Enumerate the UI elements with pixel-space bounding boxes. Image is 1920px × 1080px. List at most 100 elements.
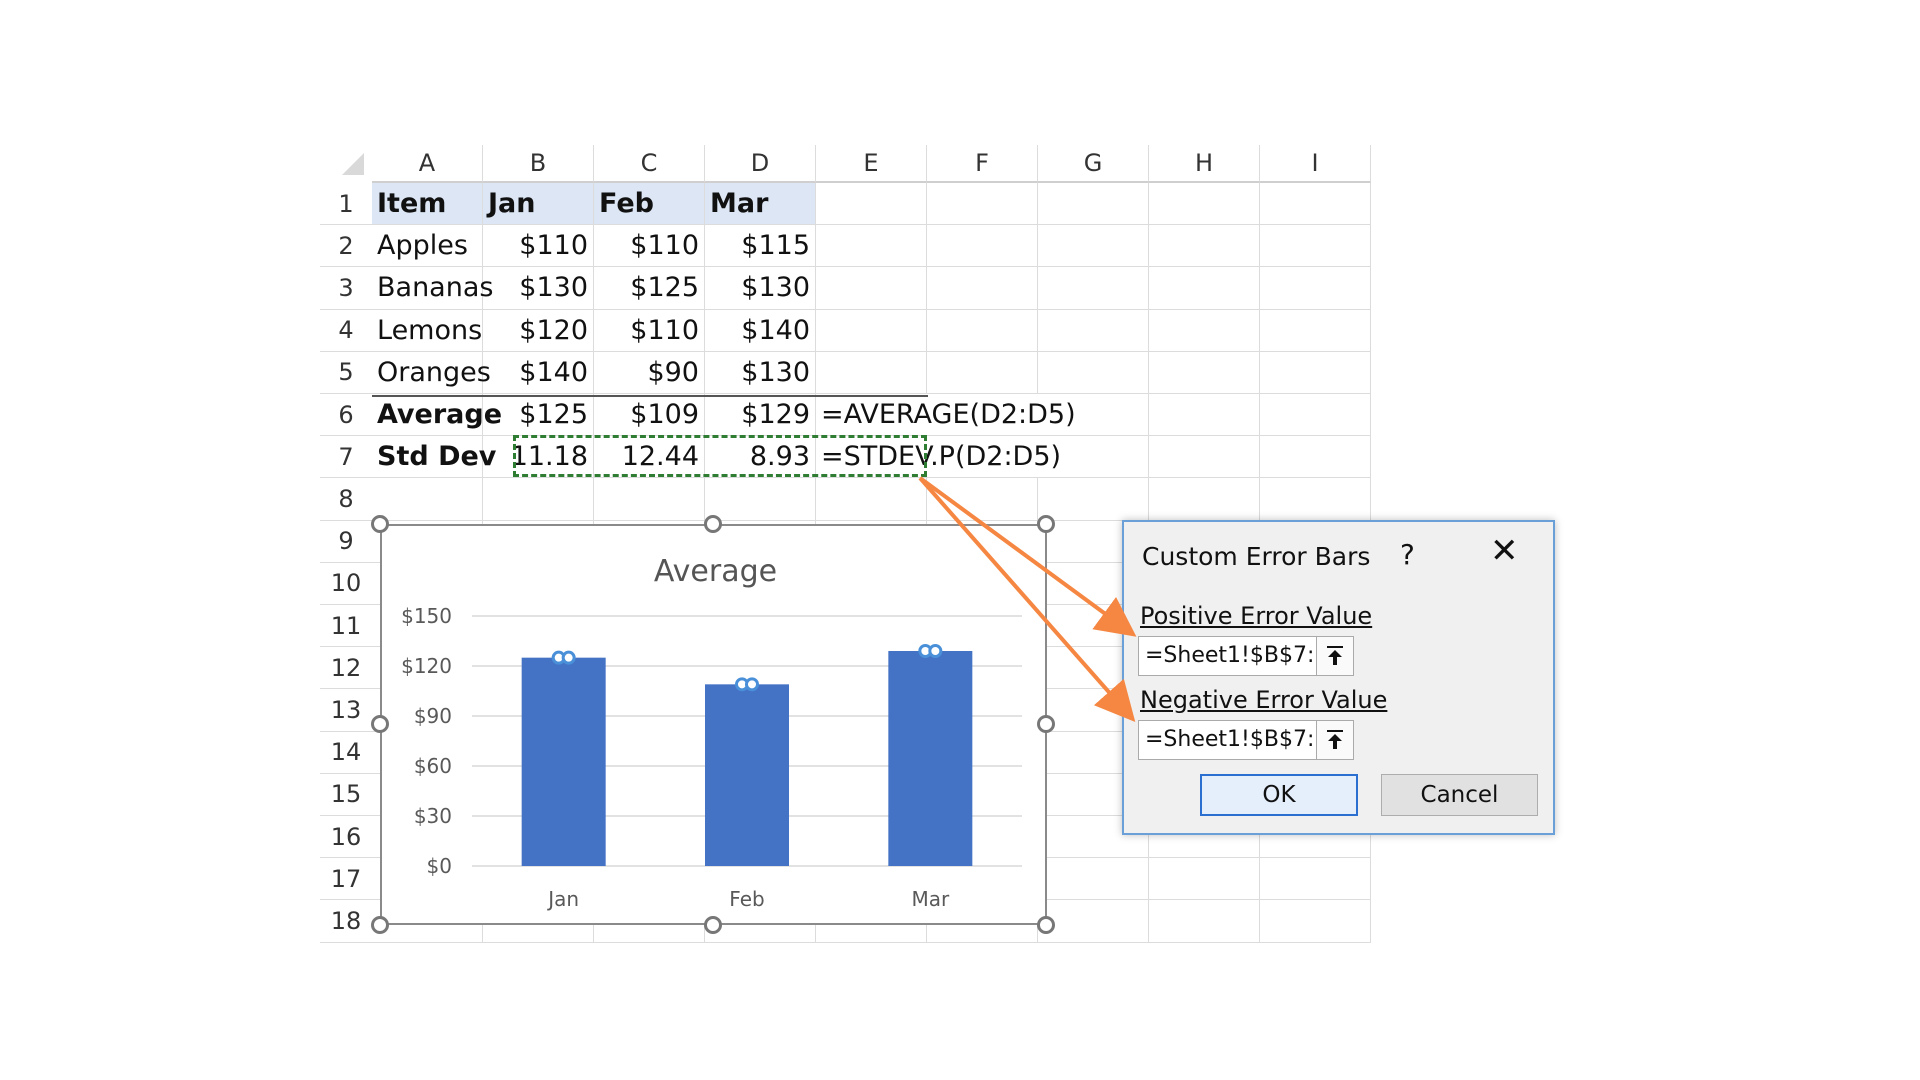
row-header-17[interactable]: 17 [320,858,372,901]
cell-a2[interactable]: Apples [372,225,483,268]
column-header-g[interactable]: G [1038,145,1149,183]
close-icon[interactable]: ✕ [1490,534,1519,568]
cell-f1[interactable] [927,183,1038,226]
cell-g3[interactable] [1038,267,1149,310]
column-header-a[interactable]: A [372,145,483,183]
row-header-9[interactable]: 9 [320,521,372,563]
cell-i7[interactable] [1260,436,1371,479]
cell-c8[interactable] [594,478,705,521]
row-header-4[interactable]: 4 [320,310,372,352]
cell-g1[interactable] [1038,183,1149,226]
cell-a8[interactable] [372,478,483,521]
column-header-i[interactable]: I [1260,145,1371,183]
cell-g8[interactable] [1038,478,1149,521]
chart-resize-handle-l[interactable] [371,715,389,733]
cell-c4[interactable]: $110 [594,309,705,352]
cell-h5[interactable] [1149,351,1260,394]
cell-g17[interactable] [1038,858,1149,901]
cell-g5[interactable] [1038,351,1149,394]
column-header-f[interactable]: F [927,145,1038,183]
cell-i18[interactable] [1260,900,1371,943]
row-header-16[interactable]: 16 [320,816,372,859]
cell-a4[interactable]: Lemons [372,309,483,352]
cell-b4[interactable]: $120 [483,309,594,352]
chart-resize-handle-b[interactable] [704,916,722,934]
cell-b7[interactable]: 11.18 [483,436,594,479]
row-header-5[interactable]: 5 [320,352,372,394]
cell-h18[interactable] [1149,900,1260,943]
cell-d4[interactable]: $140 [705,309,816,352]
row-header-15[interactable]: 15 [320,774,372,816]
cell-b8[interactable] [483,478,594,521]
cell-e2[interactable] [816,225,927,268]
cell-f4[interactable] [927,309,1038,352]
cell-c5[interactable]: $90 [594,351,705,394]
chart-resize-handle-tr[interactable] [1037,515,1055,533]
help-button[interactable]: ? [1400,538,1415,571]
cell-i4[interactable] [1260,309,1371,352]
cell-d7[interactable]: 8.93 [705,436,816,479]
cell-a7[interactable]: Std Dev [372,436,496,479]
cell-d6[interactable]: $129 [705,394,816,437]
row-header-13[interactable]: 13 [320,689,372,732]
cell-c1[interactable]: Feb [594,183,705,226]
column-header-h[interactable]: H [1149,145,1260,183]
row-header-1[interactable]: 1 [320,183,372,226]
cell-d8[interactable] [705,478,816,521]
cell-a1[interactable]: Item [372,183,483,226]
cell-f8[interactable] [927,478,1038,521]
row-header-8[interactable]: 8 [320,478,372,521]
cancel-button[interactable]: Cancel [1381,774,1538,816]
row-header-6[interactable]: 6 [320,394,372,437]
cell-h7[interactable] [1149,436,1260,479]
cell-e4[interactable] [816,309,927,352]
cell-e8[interactable] [816,478,927,521]
cell-a3[interactable]: Bananas [372,267,493,310]
cell-g2[interactable] [1038,225,1149,268]
chart-resize-handle-br[interactable] [1037,916,1055,934]
cell-e1[interactable] [816,183,927,226]
cell-b6[interactable]: $125 [483,394,594,437]
row-header-3[interactable]: 3 [320,267,372,310]
cell-e5[interactable] [816,351,927,394]
column-header-b[interactable]: B [483,145,594,183]
cell-i17[interactable] [1260,858,1371,901]
cell-h2[interactable] [1149,225,1260,268]
row-header-7[interactable]: 7 [320,436,372,479]
cell-b2[interactable]: $110 [483,225,594,268]
column-header-c[interactable]: C [594,145,705,183]
row-header-10[interactable]: 10 [320,563,372,605]
cell-i2[interactable] [1260,225,1371,268]
cell-d3[interactable]: $130 [705,267,816,310]
cell-b3[interactable]: $130 [483,267,594,310]
cell-h3[interactable] [1149,267,1260,310]
column-header-e[interactable]: E [816,145,927,183]
chart-resize-handle-tl[interactable] [371,515,389,533]
cell-i8[interactable] [1260,478,1371,521]
chart-resize-handle-bl[interactable] [371,916,389,934]
cell-h1[interactable] [1149,183,1260,226]
row-header-11[interactable]: 11 [320,605,372,648]
cell-i1[interactable] [1260,183,1371,226]
select-all-corner[interactable] [320,145,372,183]
average-chart[interactable]: Average $0 $30 $60 $90 $120 $150 Jan Feb Mar [380,524,1047,925]
chart-resize-handle-t[interactable] [704,515,722,533]
ok-button[interactable]: OK [1200,774,1358,816]
chart-resize-handle-r[interactable] [1037,715,1055,733]
cell-c3[interactable]: $125 [594,267,705,310]
cell-b5[interactable]: $140 [483,351,594,394]
cell-h6[interactable] [1149,394,1260,437]
cell-e3[interactable] [816,267,927,310]
cell-g4[interactable] [1038,309,1149,352]
cell-f3[interactable] [927,267,1038,310]
cell-f5[interactable] [927,351,1038,394]
cell-c6[interactable]: $109 [594,394,705,437]
cell-d2[interactable]: $115 [705,225,816,268]
row-header-2[interactable]: 2 [320,225,372,268]
cell-a5[interactable]: Oranges [372,351,491,394]
positive-collapse-button[interactable] [1316,636,1354,676]
cell-c2[interactable]: $110 [594,225,705,268]
cell-h8[interactable] [1149,478,1260,521]
row-header-18[interactable]: 18 [320,900,372,943]
cell-h4[interactable] [1149,309,1260,352]
